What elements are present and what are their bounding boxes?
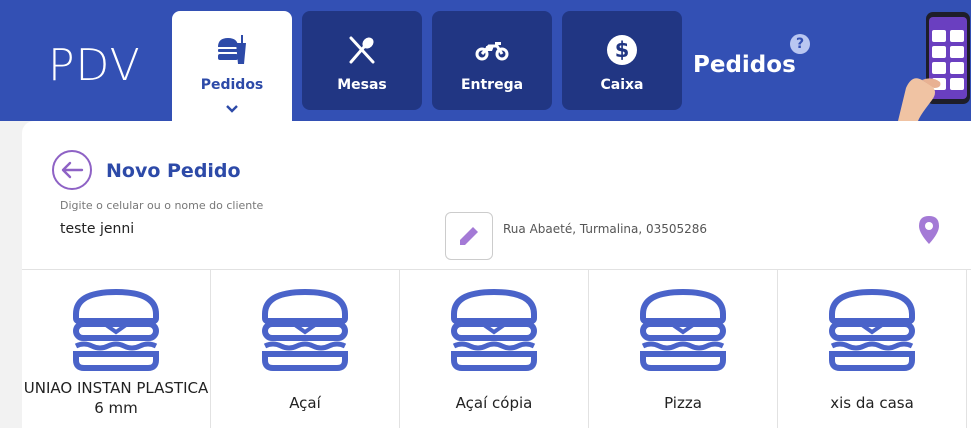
map-pin-icon[interactable] [918, 215, 940, 249]
tab-label: Entrega [460, 77, 524, 93]
back-button[interactable] [52, 150, 92, 190]
brand-logo: PDV [48, 40, 141, 91]
tab-entrega[interactable]: Entrega [432, 11, 552, 110]
client-field-label: Digite o celular ou o nome do cliente [60, 199, 264, 212]
top-navigation-bar: PDV Pedidos Mesas Entrega $ Caixa Pedido… [0, 0, 971, 123]
client-search-input[interactable] [60, 219, 440, 239]
category-list: UNIAO INSTAN PLASTICA 6 mm Açaí Açaí cóp… [22, 270, 971, 428]
page-title: Pedidos [693, 52, 796, 78]
category-item[interactable]: Pizza [589, 270, 778, 428]
hamburger-icon [640, 288, 726, 371]
category-item[interactable]: Açaí cópia [400, 270, 589, 428]
tab-pedidos[interactable]: Pedidos [172, 11, 292, 123]
pencil-icon [460, 225, 480, 245]
chevron-down-icon [225, 99, 239, 118]
hamburger-icon [829, 288, 915, 371]
hamburger-icon [262, 288, 348, 371]
category-label: UNIAO INSTAN PLASTICA 6 mm [23, 379, 209, 417]
burger-drink-icon [215, 33, 249, 67]
category-item[interactable]: Açaí [211, 270, 400, 428]
category-label: Pizza [664, 394, 702, 412]
motorcycle-icon [475, 33, 509, 67]
fork-knife-icon [346, 33, 378, 67]
tab-mesas[interactable]: Mesas [302, 11, 422, 110]
dollar-coin-icon: $ [606, 33, 638, 67]
category-item[interactable]: UNIAO INSTAN PLASTICA 6 mm [22, 270, 211, 428]
hamburger-icon [73, 288, 159, 371]
arrow-left-icon [61, 161, 84, 179]
help-icon[interactable]: ? [790, 34, 810, 54]
category-label: Açaí cópia [455, 394, 533, 412]
edit-address-button[interactable] [445, 212, 493, 260]
tab-label: Pedidos [200, 77, 264, 93]
hamburger-icon [451, 288, 537, 371]
new-order-panel: Novo Pedido Digite o celular ou o nome d… [22, 121, 971, 428]
category-label: xis da casa [830, 394, 914, 412]
svg-text:$: $ [615, 38, 630, 62]
category-item[interactable]: xis da casa [778, 270, 967, 428]
tab-caixa[interactable]: $ Caixa [562, 11, 682, 110]
phone-illustration [898, 8, 971, 121]
tab-label: Caixa [600, 77, 644, 93]
category-label: Açaí [289, 394, 321, 412]
order-title: Novo Pedido [106, 160, 241, 182]
tab-label: Mesas [337, 77, 387, 93]
delivery-address: Rua Abaeté, Turmalina, 03505286 [503, 222, 708, 236]
